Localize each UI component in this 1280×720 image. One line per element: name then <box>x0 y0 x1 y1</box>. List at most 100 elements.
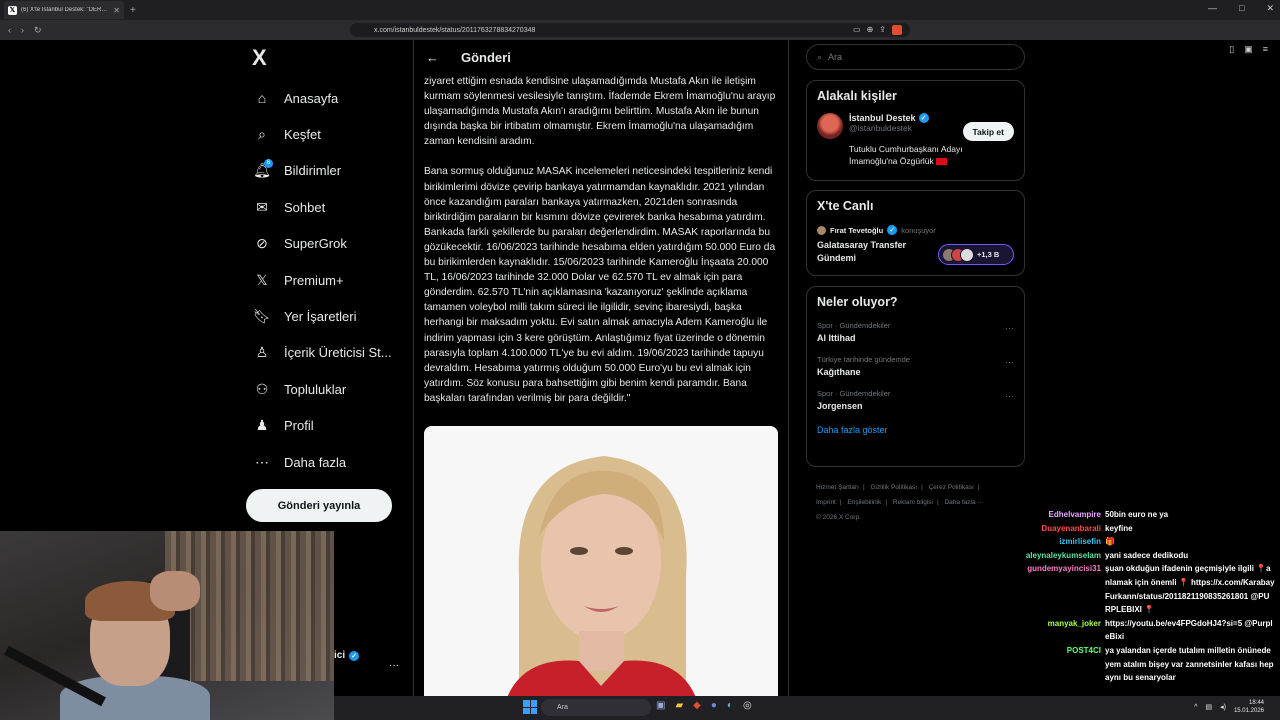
browser-tab[interactable]: 𝕏 (6) X'te İstanbul Destek: "DERYA... ✕ <box>4 1 124 19</box>
nav-chat[interactable]: ✉ Sohbet <box>246 189 406 225</box>
windows-start-icon[interactable] <box>523 700 537 714</box>
account-name-text: İstanbul Destek <box>849 113 916 123</box>
brave-icon[interactable]: ◆ <box>693 700 701 711</box>
avatar[interactable] <box>817 113 843 139</box>
tab-close-icon[interactable]: ✕ <box>113 6 120 15</box>
steam-icon[interactable]: ◐ <box>727 700 733 711</box>
nav-supergrok[interactable]: ⊘ SuperGrok <box>246 226 406 262</box>
search-input[interactable]: ⌕ Ara <box>806 44 1025 70</box>
sidebar-icon[interactable]: ▯ <box>1229 44 1234 55</box>
footer-link[interactable]: Daha fazla ··· <box>944 499 983 506</box>
more-dots-icon[interactable]: ··· <box>1005 391 1014 401</box>
search-icon: ⌕ <box>258 126 266 143</box>
network-icon[interactable]: ▤ <box>1205 703 1212 711</box>
post-text: ziyaret ettiğim esnada kendisine ulaşama… <box>414 74 788 406</box>
discord-icon[interactable]: ● <box>711 700 717 711</box>
new-tab-button[interactable]: + <box>130 5 136 16</box>
nav-explore[interactable]: ⌕ Keşfet <box>246 116 406 152</box>
post-header: ← Gönderi <box>414 40 788 74</box>
trend-item[interactable]: Spor · Gündemdekiler Al Ittihad ··· <box>817 321 1014 343</box>
nav-label: Keşfet <box>284 127 321 143</box>
post-button[interactable]: Gönderi yayınla <box>246 489 392 522</box>
nav-creator-studio[interactable]: ♙ İçerik Üreticisi St... <box>246 335 406 371</box>
chat-username: Duayenanbarali <box>1041 523 1101 533</box>
nav-home[interactable]: ⌂ Anasayfa <box>246 80 406 116</box>
trend-item[interactable]: Spor · Gündemdekiler Jorgensen ··· <box>817 389 1014 411</box>
reader-icon[interactable]: ▭ <box>853 25 861 35</box>
trend-item[interactable]: Türkiye tarihinde gündemde Kağıthane ··· <box>817 355 1014 377</box>
chat-message: izmirlisefin 🎁 <box>1000 535 1275 549</box>
chat-message: Edhelvampire 50bin euro ne ya <box>1000 508 1275 522</box>
chat-username: izmirlisefin <box>1059 537 1101 547</box>
close-window-button[interactable]: ✕ <box>1266 3 1274 14</box>
live-spaces-card[interactable]: X'te Canlı Fırat Tevetoğlu ✓ konuşuyor G… <box>806 190 1025 276</box>
taskbar-app-icon[interactable]: ▣ <box>656 700 665 711</box>
x-premium-icon: 𝕏 <box>256 271 268 288</box>
nav-label: Topluluklar <box>284 381 347 397</box>
more-dots-icon[interactable]: ··· <box>1005 357 1014 367</box>
nav-premium[interactable]: 𝕏 Premium+ <box>246 262 406 298</box>
nav-profile[interactable]: ♟ Profil <box>246 408 406 444</box>
address-bar-row: ‹ › ↻ x.com/istanbuldestek/status/201176… <box>0 20 1280 54</box>
host-name: Fırat Tevetoğlu <box>830 225 884 235</box>
footer-link[interactable]: Çerez Politikası <box>929 484 974 491</box>
account-name: ici <box>334 650 346 661</box>
more-dots-icon[interactable]: ··· <box>1005 323 1014 333</box>
browser-toolbar-icons: ▯ ▣ ≡ <box>1229 44 1268 55</box>
nav-label: SuperGrok <box>284 236 347 252</box>
forward-icon[interactable]: › <box>21 25 24 36</box>
related-people-card: Alakalı kişiler İstanbul Destek ✓ @istan… <box>806 80 1025 181</box>
brave-shield-icon[interactable] <box>892 25 902 35</box>
footer-link[interactable]: Hizmet Şartları <box>816 484 859 491</box>
zoom-icon[interactable]: ⊕ <box>867 25 874 35</box>
nav-label: İçerik Üreticisi St... <box>284 345 392 361</box>
nav-bookmarks[interactable]: 🔖︎ Yer İşaretleri <box>246 298 406 334</box>
chat-username: Edhelvampire <box>1048 510 1101 519</box>
card-title: X'te Canlı <box>817 199 874 213</box>
footer-link[interactable]: Gizlilik Politikası <box>871 484 918 491</box>
footer-link[interactable]: Erişilebilirlik <box>847 499 881 506</box>
trend-name: Al Ittihad <box>817 333 856 343</box>
folder-icon[interactable]: ▰ <box>675 700 683 711</box>
home-icon: ⌂ <box>257 90 267 107</box>
taskbar-search[interactable]: Ara <box>541 699 651 716</box>
back-icon[interactable]: ‹ <box>8 25 11 36</box>
post-image[interactable] <box>424 426 778 696</box>
footer-link[interactable]: Imprint <box>816 499 836 506</box>
footer-link[interactable]: Reklam bilgisi <box>893 499 933 506</box>
nav-more[interactable]: ⋯ Daha fazla <box>246 444 406 480</box>
clock[interactable]: 18:44 15.01.2026 <box>1234 699 1264 715</box>
chat-message: Duayenanbarali keyfine <box>1000 522 1275 536</box>
account-switcher[interactable]: ici ✓ <box>334 650 360 661</box>
menu-icon[interactable]: ≡ <box>1263 44 1268 55</box>
space-title: Galatasaray Transfer Gündemi <box>817 240 907 263</box>
share-icon[interactable]: ⇪ <box>879 25 886 35</box>
account-handle: @istanbuldestek <box>849 123 912 133</box>
card-title: Alakalı kişiler <box>817 89 897 103</box>
grok-icon: ⊘ <box>256 235 268 252</box>
x-favicon-icon: 𝕏 <box>8 5 17 15</box>
reload-icon[interactable]: ↻ <box>34 25 42 36</box>
minimize-button[interactable]: — <box>1208 3 1217 14</box>
x-logo-icon[interactable]: X <box>252 44 284 72</box>
avatar <box>817 225 826 235</box>
maximize-button[interactable]: □ <box>1239 3 1244 14</box>
nav-notifications[interactable]: 🔔︎ 6 Bildirimler <box>246 153 406 189</box>
back-arrow-icon[interactable]: ← <box>426 50 439 65</box>
chat-text: https://youtu.be/ev4FPGdoHJ4?si=5 @Purpl… <box>1105 618 1273 642</box>
show-more-link[interactable]: Daha fazla göster <box>817 425 1014 435</box>
follow-button[interactable]: Takip et <box>962 122 1014 141</box>
tray-chevron-icon[interactable]: ^ <box>1194 704 1197 711</box>
listener-count: +1,3 B <box>977 250 1000 259</box>
obs-icon[interactable]: ◎ <box>743 700 752 711</box>
url-input[interactable]: x.com/istanbuldestek/status/201176327883… <box>350 23 910 37</box>
communities-icon: ⚇ <box>255 380 269 397</box>
account-more-icon[interactable]: ··· <box>389 660 399 671</box>
wallet-icon[interactable]: ▣ <box>1244 44 1253 55</box>
nav-label: Premium+ <box>284 272 344 288</box>
chat-text: şuan okduğun ifadenin geçmişiyle ilgili … <box>1105 564 1275 615</box>
listeners-pill[interactable]: +1,3 B <box>938 244 1014 265</box>
host-status: konuşuyor <box>901 225 936 235</box>
speaker-icon[interactable]: ◂) <box>1220 703 1226 711</box>
nav-communities[interactable]: ⚇ Topluluklar <box>246 371 406 407</box>
